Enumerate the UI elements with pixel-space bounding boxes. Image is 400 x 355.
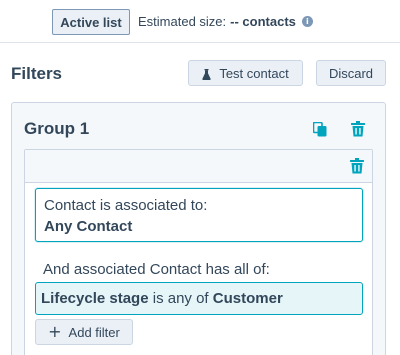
criteria-value: Customer [212,290,283,307]
add-filter-label: Add filter [68,324,120,340]
plus-icon: + [48,322,62,341]
delete-group-icon[interactable] [350,121,366,137]
discard-button[interactable]: Discard [316,60,386,86]
clone-icon[interactable] [312,121,328,137]
association-block-header [25,150,372,183]
association-selector[interactable]: Contact is associated to: Any Contact [35,188,363,242]
add-filter-button[interactable]: + Add filter [35,319,133,345]
association-filter-block: Contact is associated to: Any Contact An… [24,149,373,355]
estimated-size-value: -- contacts [230,14,296,29]
criteria-operator: is any of [152,290,209,307]
filter-criteria-lifecycle-stage[interactable]: Lifecycle stage is any of Customer [35,282,363,315]
filters-title: Filters [11,64,63,83]
active-list-button[interactable]: Active list [52,9,130,35]
filter-group-panel: Group 1 Contact is associated to: Any Co… [11,102,386,355]
delete-association-icon[interactable] [349,158,365,174]
associated-condition-text: And associated Contact has all of: [43,261,270,278]
test-contact-button[interactable]: Test contact [188,60,303,86]
group-title: Group 1 [24,119,90,138]
flask-icon [202,68,212,80]
criteria-property: Lifecycle stage [41,290,149,307]
association-label: Contact is associated to: [44,197,208,214]
estimated-size: Estimated size: -- contacts i [138,14,313,29]
association-value: Any Contact [44,218,133,235]
info-icon[interactable]: i [301,16,313,27]
estimated-size-label: Estimated size: [138,14,227,29]
test-contact-label: Test contact [219,65,289,81]
list-header-bar: Active list Estimated size: -- contacts … [0,0,400,43]
